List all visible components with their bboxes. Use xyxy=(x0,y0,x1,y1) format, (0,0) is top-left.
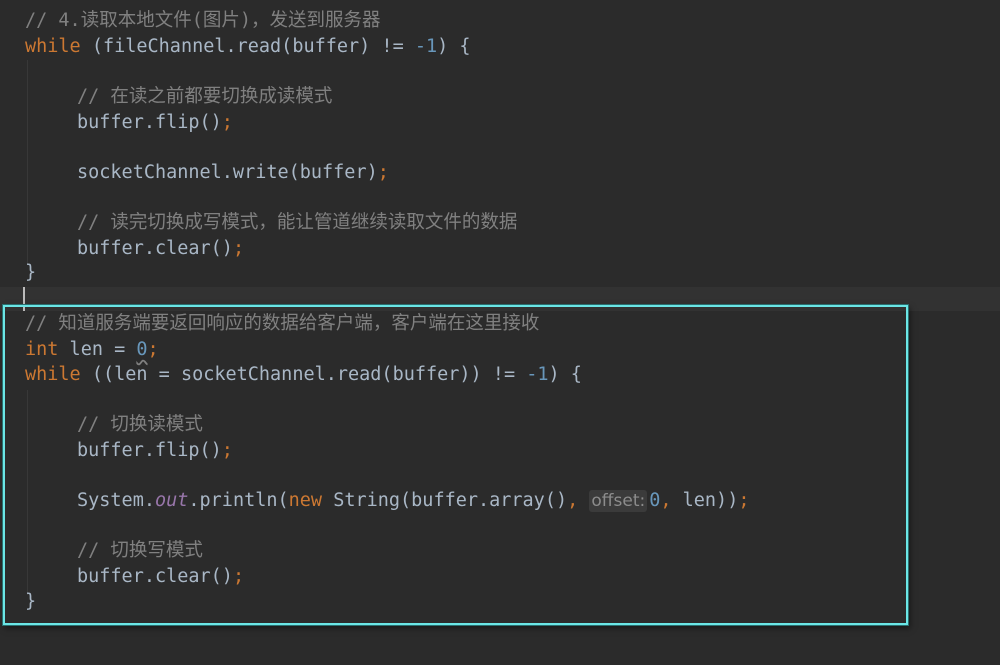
semicolon: ; xyxy=(377,162,389,183)
code-line-write: socketChannel.write(buffer); xyxy=(77,160,389,185)
semicolon: ; xyxy=(738,490,750,511)
code-text: len)) xyxy=(671,490,739,511)
keyword-while: while xyxy=(25,36,81,57)
semicolon: ; xyxy=(147,339,159,360)
number-literal: -1 xyxy=(414,36,438,57)
code-text: buffer.flip() xyxy=(77,112,222,133)
code-comment: // 在读之前都要切换成读模式 xyxy=(77,86,333,107)
code-text: socketChannel.write(buffer) xyxy=(77,162,378,183)
comma: , xyxy=(660,490,672,511)
static-field-out: out xyxy=(154,490,189,511)
number-literal-warning: 0 xyxy=(136,339,148,360)
code-editor[interactable]: // 4.读取本地文件(图片)，发送到服务器 while (fileChanne… xyxy=(0,0,1000,665)
code-line-while: while (fileChannel.read(buffer) != -1) { xyxy=(25,34,471,59)
code-text: buffer.clear() xyxy=(77,566,233,587)
code-text: len = xyxy=(58,339,137,360)
code-text: .println( xyxy=(188,490,289,511)
parameter-hint: offset: xyxy=(589,490,648,512)
code-line-int-len: int len = 0; xyxy=(25,337,159,362)
code-text: buffer.flip() xyxy=(77,440,222,461)
keyword-while: while xyxy=(25,364,81,385)
keyword-int: int xyxy=(25,339,59,360)
number-literal: 0 xyxy=(649,490,661,511)
code-text: String(buffer.array() xyxy=(322,490,568,511)
semicolon: ; xyxy=(221,440,233,461)
close-brace: } xyxy=(25,262,37,283)
number-literal: -1 xyxy=(526,364,549,385)
code-line-clear: buffer.clear(); xyxy=(77,236,244,261)
code-text: System. xyxy=(77,490,155,511)
semicolon: ; xyxy=(232,566,245,587)
code-comment: // 4.读取本地文件(图片)，发送到服务器 xyxy=(25,10,381,31)
keyword-new: new xyxy=(288,490,323,511)
semicolon: ; xyxy=(232,238,245,259)
code-line-clear: buffer.clear(); xyxy=(77,564,244,589)
code-text: ) { xyxy=(548,364,582,385)
code-text: ((len = socketChannel.read(buffer)) != xyxy=(80,364,527,385)
code-line-println: System.out.println(new String(buffer.arr… xyxy=(77,488,749,513)
code-text: (fileChannel.read(buffer) != xyxy=(80,36,415,57)
code-line-while: while ((len = socketChannel.read(buffer)… xyxy=(25,362,582,387)
code-line-flip: buffer.flip(); xyxy=(77,110,233,135)
indent-guide xyxy=(27,60,28,265)
code-text: ) { xyxy=(437,36,471,57)
close-brace: } xyxy=(25,591,37,612)
code-comment: // 知道服务端要返回响应的数据给客户端，客户端在这里接收 xyxy=(25,313,540,334)
code-comment: // 读完切换成写模式，能让管道继续读取文件的数据 xyxy=(77,212,518,233)
code-line-flip: buffer.flip(); xyxy=(77,438,233,463)
code-comment: // 切换读模式 xyxy=(77,414,203,435)
code-text: buffer.clear() xyxy=(77,238,233,259)
code-comment: // 切换写模式 xyxy=(77,540,203,561)
semicolon: ; xyxy=(221,112,233,133)
comma: , xyxy=(567,490,579,511)
